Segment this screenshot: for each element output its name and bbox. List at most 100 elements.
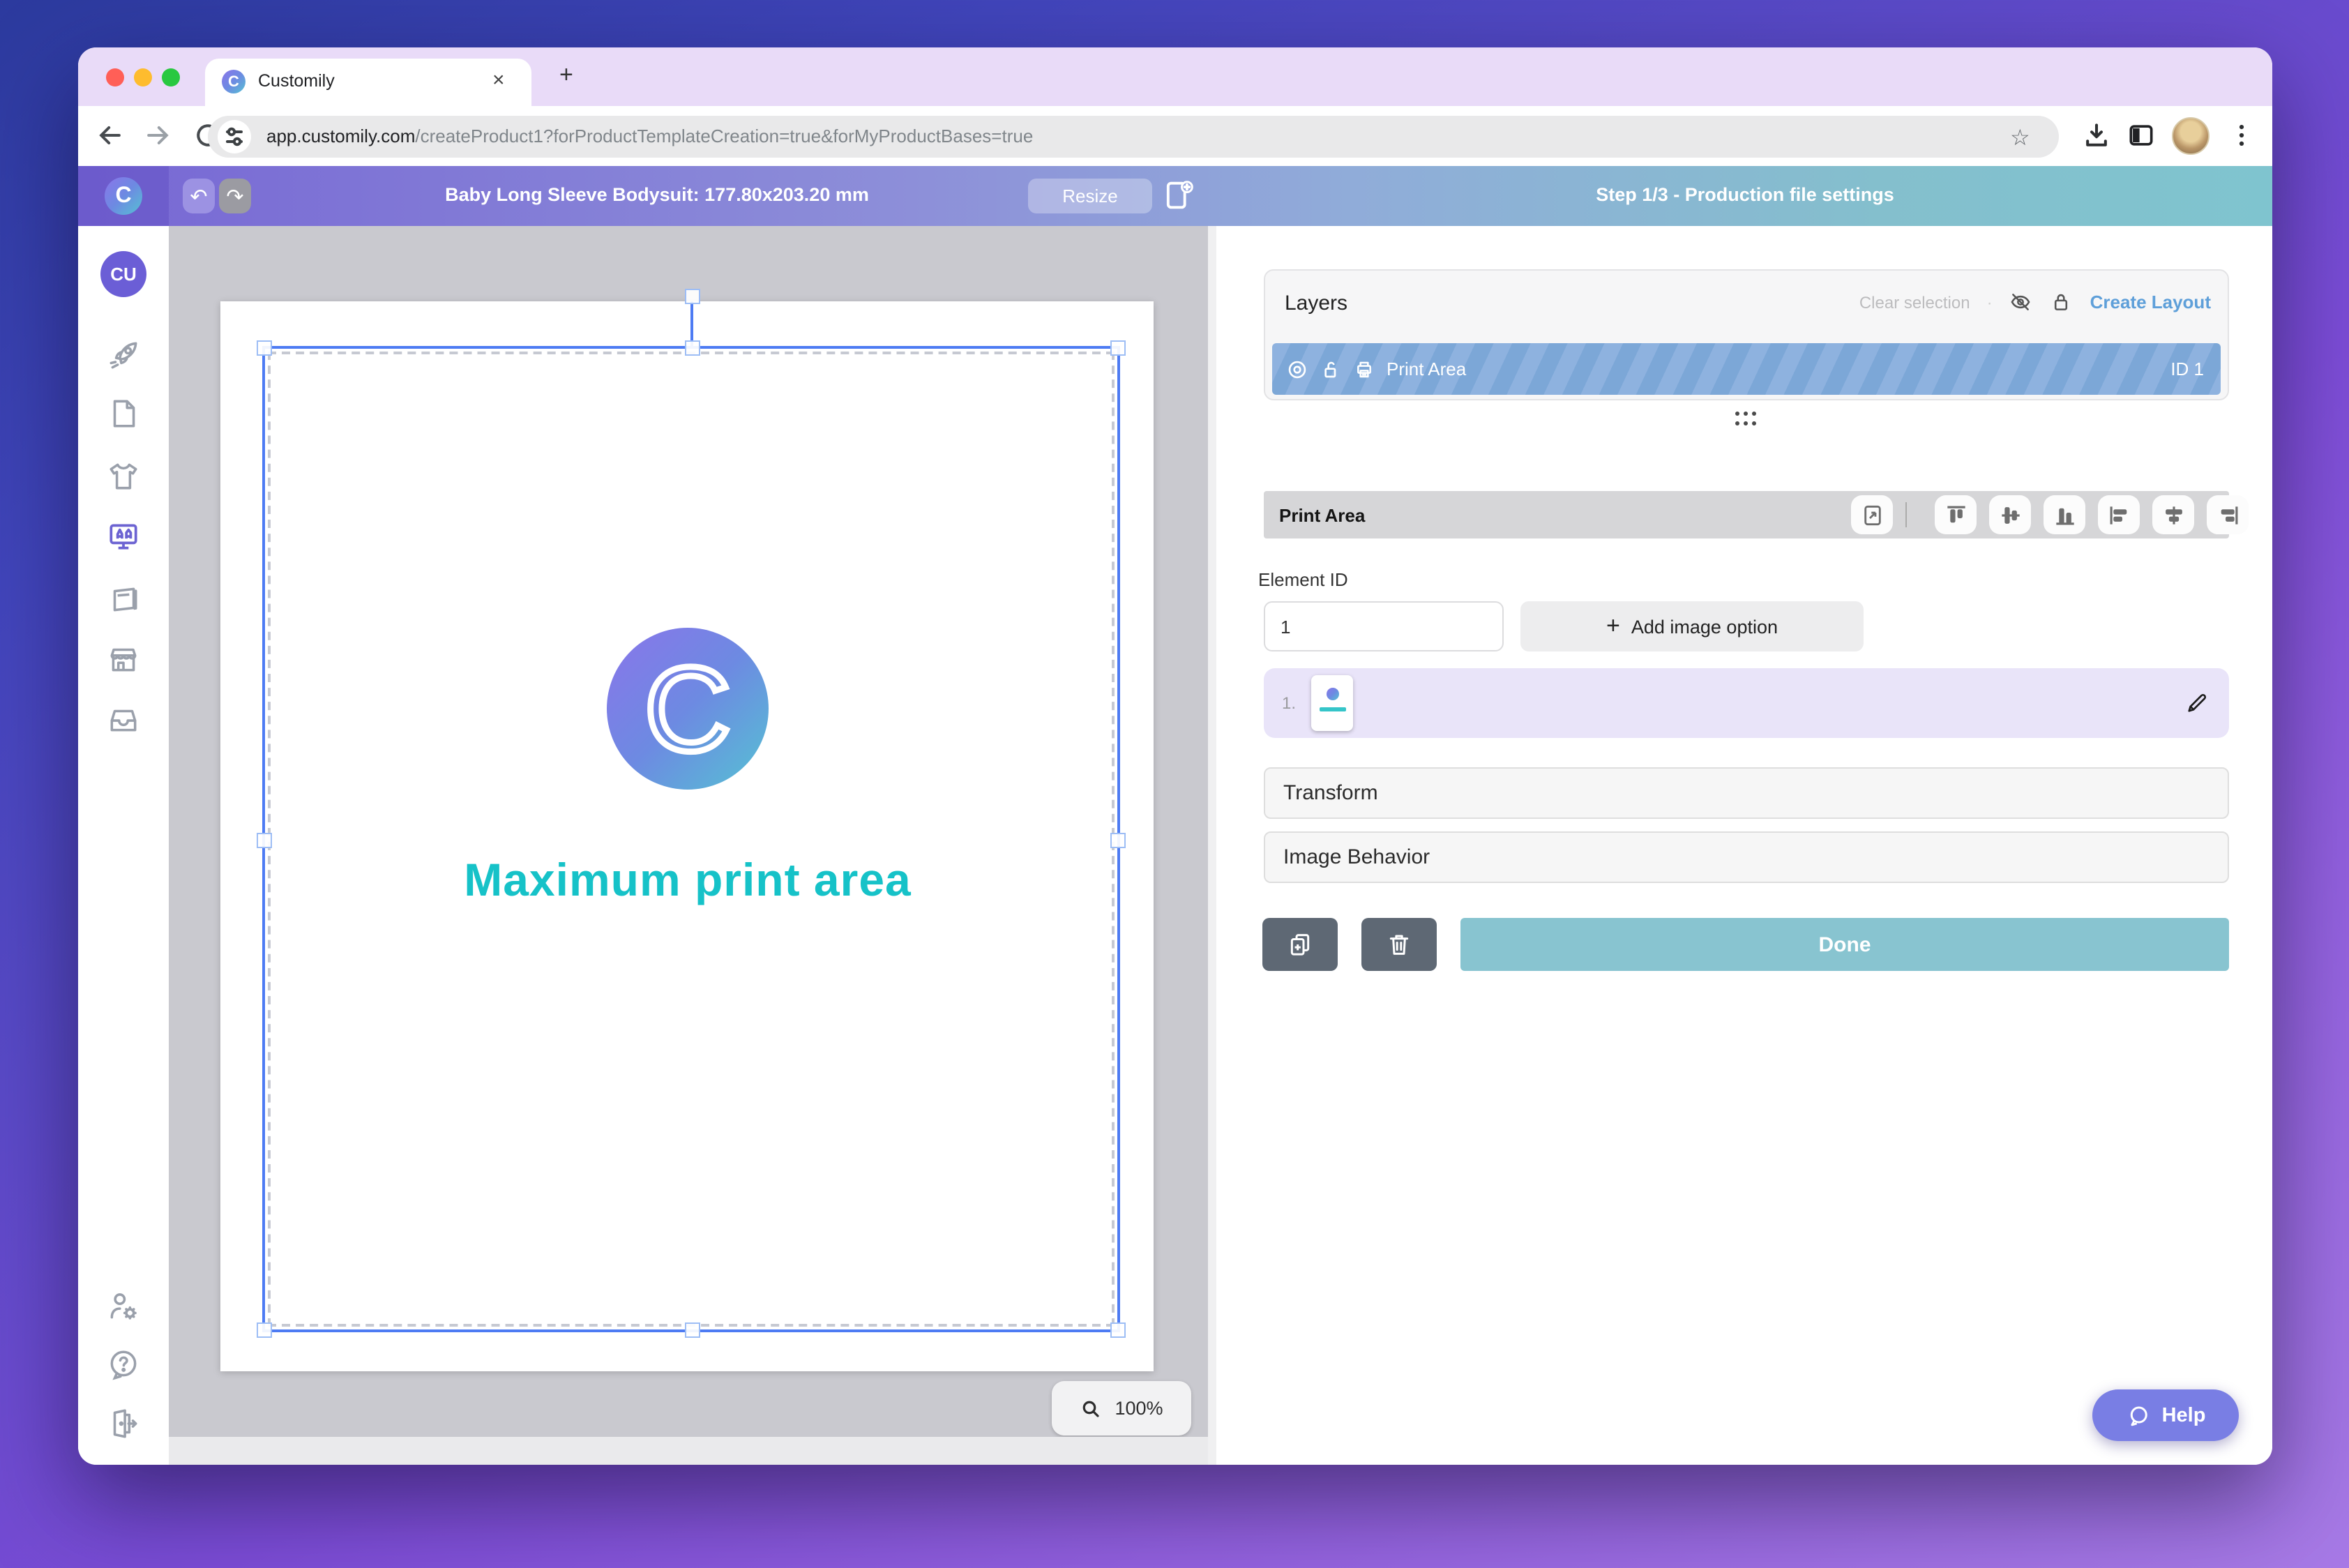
resize-handle-w[interactable]	[257, 832, 272, 847]
url-text: app.customily.com/createProduct1?forProd…	[266, 126, 1033, 146]
align-left-icon[interactable]	[2098, 495, 2140, 534]
done-button[interactable]: Done	[1460, 918, 2229, 971]
side-panel-icon[interactable]	[2126, 120, 2157, 151]
align-right-icon[interactable]	[2207, 495, 2249, 534]
rocket-icon[interactable]	[106, 338, 141, 372]
store-icon[interactable]	[106, 642, 141, 677]
help-bubble-icon[interactable]	[106, 1348, 141, 1382]
resize-handle-se[interactable]	[1110, 1322, 1126, 1338]
customily-c-logo: C	[604, 625, 771, 792]
url-bar[interactable]: app.customily.com/createProduct1?forProd…	[208, 116, 2059, 158]
document-title: Baby Long Sleeve Bodysuit: 177.80x203.20…	[329, 184, 985, 205]
layers-title: Layers	[1285, 292, 1347, 315]
fit-to-area-icon[interactable]	[1851, 495, 1893, 534]
rotation-handle[interactable]	[684, 289, 700, 304]
templates-icon[interactable]	[106, 582, 141, 617]
drag-handle-dots[interactable]	[1735, 412, 1758, 427]
clear-selection-button[interactable]: Clear selection	[1859, 292, 1970, 312]
account-avatar[interactable]: CU	[100, 251, 146, 297]
forward-icon[interactable]	[142, 120, 173, 151]
resize-button[interactable]: Resize	[1028, 179, 1152, 213]
resize-handle-ne[interactable]	[1110, 340, 1126, 356]
element-id-input[interactable]	[1264, 601, 1504, 651]
new-file-icon[interactable]	[1161, 177, 1197, 215]
max-print-area-label: Maximum print area	[353, 854, 1022, 907]
layer-name: Print Area	[1387, 359, 1466, 379]
image-option-row[interactable]: 1.	[1264, 668, 2229, 738]
tab-close-icon[interactable]: ×	[492, 68, 505, 92]
design-editor-icon[interactable]	[106, 519, 141, 554]
account-settings-icon[interactable]	[106, 1289, 141, 1324]
download-icon[interactable]	[2081, 120, 2112, 151]
print-area-section-title: Print Area	[1279, 504, 1365, 525]
delete-trash-button[interactable]	[1361, 918, 1437, 971]
align-horizontal-center-icon[interactable]	[2152, 495, 2194, 534]
transform-label: Transform	[1283, 781, 1378, 805]
layer-printer-icon[interactable]	[1353, 358, 1375, 380]
thumbnail-logo-icon	[1326, 688, 1338, 700]
image-behavior-section[interactable]: Image Behavior	[1264, 831, 2229, 883]
browser-tab[interactable]: C Customily ×	[205, 59, 531, 106]
resize-handle-sw[interactable]	[257, 1322, 272, 1338]
align-top-icon[interactable]	[1935, 495, 1977, 534]
magnifier-icon	[1080, 1397, 1102, 1419]
resize-handle-nw[interactable]	[257, 340, 272, 356]
new-tab-button[interactable]: +	[559, 63, 573, 86]
plus-icon: +	[1606, 612, 1620, 640]
app-sidebar: CU	[78, 226, 170, 1465]
tshirt-icon[interactable]	[106, 459, 141, 494]
menu-dots-icon[interactable]	[2226, 120, 2257, 151]
help-label: Help	[2162, 1404, 2206, 1426]
add-image-option-button[interactable]: + Add image option	[1520, 601, 1864, 651]
customily-logo-icon: C	[105, 177, 142, 215]
tab-strip: C Customily × +	[78, 47, 2272, 106]
tab-title: Customily	[258, 71, 335, 91]
bookmark-star-icon[interactable]: ☆	[2010, 124, 2030, 152]
desktop-background: C Customily × + app.customily.com/create…	[0, 0, 2349, 1568]
logout-icon[interactable]	[106, 1406, 141, 1441]
print-area-selection[interactable]	[262, 346, 1120, 1332]
layer-row-print-area[interactable]: Print Area ID 1	[1272, 343, 2221, 395]
back-icon[interactable]	[95, 120, 126, 151]
create-layout-link[interactable]: Create Layout	[2090, 292, 2211, 312]
resize-handle-s[interactable]	[684, 1322, 700, 1338]
customily-logo: C	[78, 166, 169, 226]
browser-toolbar: app.customily.com/createProduct1?forProd…	[78, 106, 2272, 167]
design-canvas[interactable]: C Maximum print area 100%	[169, 226, 1208, 1437]
edit-pencil-icon[interactable]	[2184, 691, 2210, 716]
help-button[interactable]: Help	[2092, 1389, 2239, 1441]
layer-unlock-icon[interactable]	[1320, 358, 1342, 380]
align-bottom-icon[interactable]	[2044, 495, 2085, 534]
canvas-footer-strip	[169, 1437, 1208, 1465]
zoom-control[interactable]: 100%	[1052, 1381, 1191, 1435]
inbox-icon[interactable]	[106, 702, 141, 737]
lock-all-icon[interactable]	[2050, 290, 2074, 314]
element-id-label: Element ID	[1258, 569, 1348, 590]
app-top-bar: C ↶ ↷ Baby Long Sleeve Bodysuit: 177.80x…	[78, 166, 2272, 226]
redo-button[interactable]: ↷	[219, 179, 251, 213]
print-area-dashed-outline	[268, 352, 1115, 1327]
file-icon[interactable]	[106, 396, 141, 431]
option-index: 1.	[1282, 693, 1296, 713]
separator-dot: ·	[1987, 292, 1993, 312]
step-header-title: Step 1/3 - Production file settings	[1292, 184, 2198, 205]
chat-bubble-icon	[2126, 1403, 2151, 1428]
option-thumbnail[interactable]	[1311, 675, 1353, 731]
layer-visibility-eye-icon[interactable]	[1286, 358, 1308, 380]
transform-section[interactable]: Transform	[1264, 767, 2229, 819]
undo-button[interactable]: ↶	[183, 179, 215, 213]
zoom-window-button[interactable]	[162, 68, 180, 86]
close-window-button[interactable]	[106, 68, 124, 86]
logo-letter: C	[644, 642, 731, 776]
resize-handle-e[interactable]	[1110, 832, 1126, 847]
duplicate-button[interactable]	[1262, 918, 1338, 971]
site-settings-icon[interactable]	[218, 120, 251, 153]
profile-avatar[interactable]	[2172, 117, 2210, 155]
resize-handle-n[interactable]	[684, 340, 700, 356]
layer-id-badge: ID 1	[2170, 359, 2204, 379]
align-vertical-center-icon[interactable]	[1989, 495, 2031, 534]
browser-window: C Customily × + app.customily.com/create…	[78, 47, 2272, 1465]
thumbnail-text-line	[1319, 707, 1345, 711]
minimize-window-button[interactable]	[134, 68, 152, 86]
hide-all-eye-off-icon[interactable]	[2009, 290, 2033, 314]
